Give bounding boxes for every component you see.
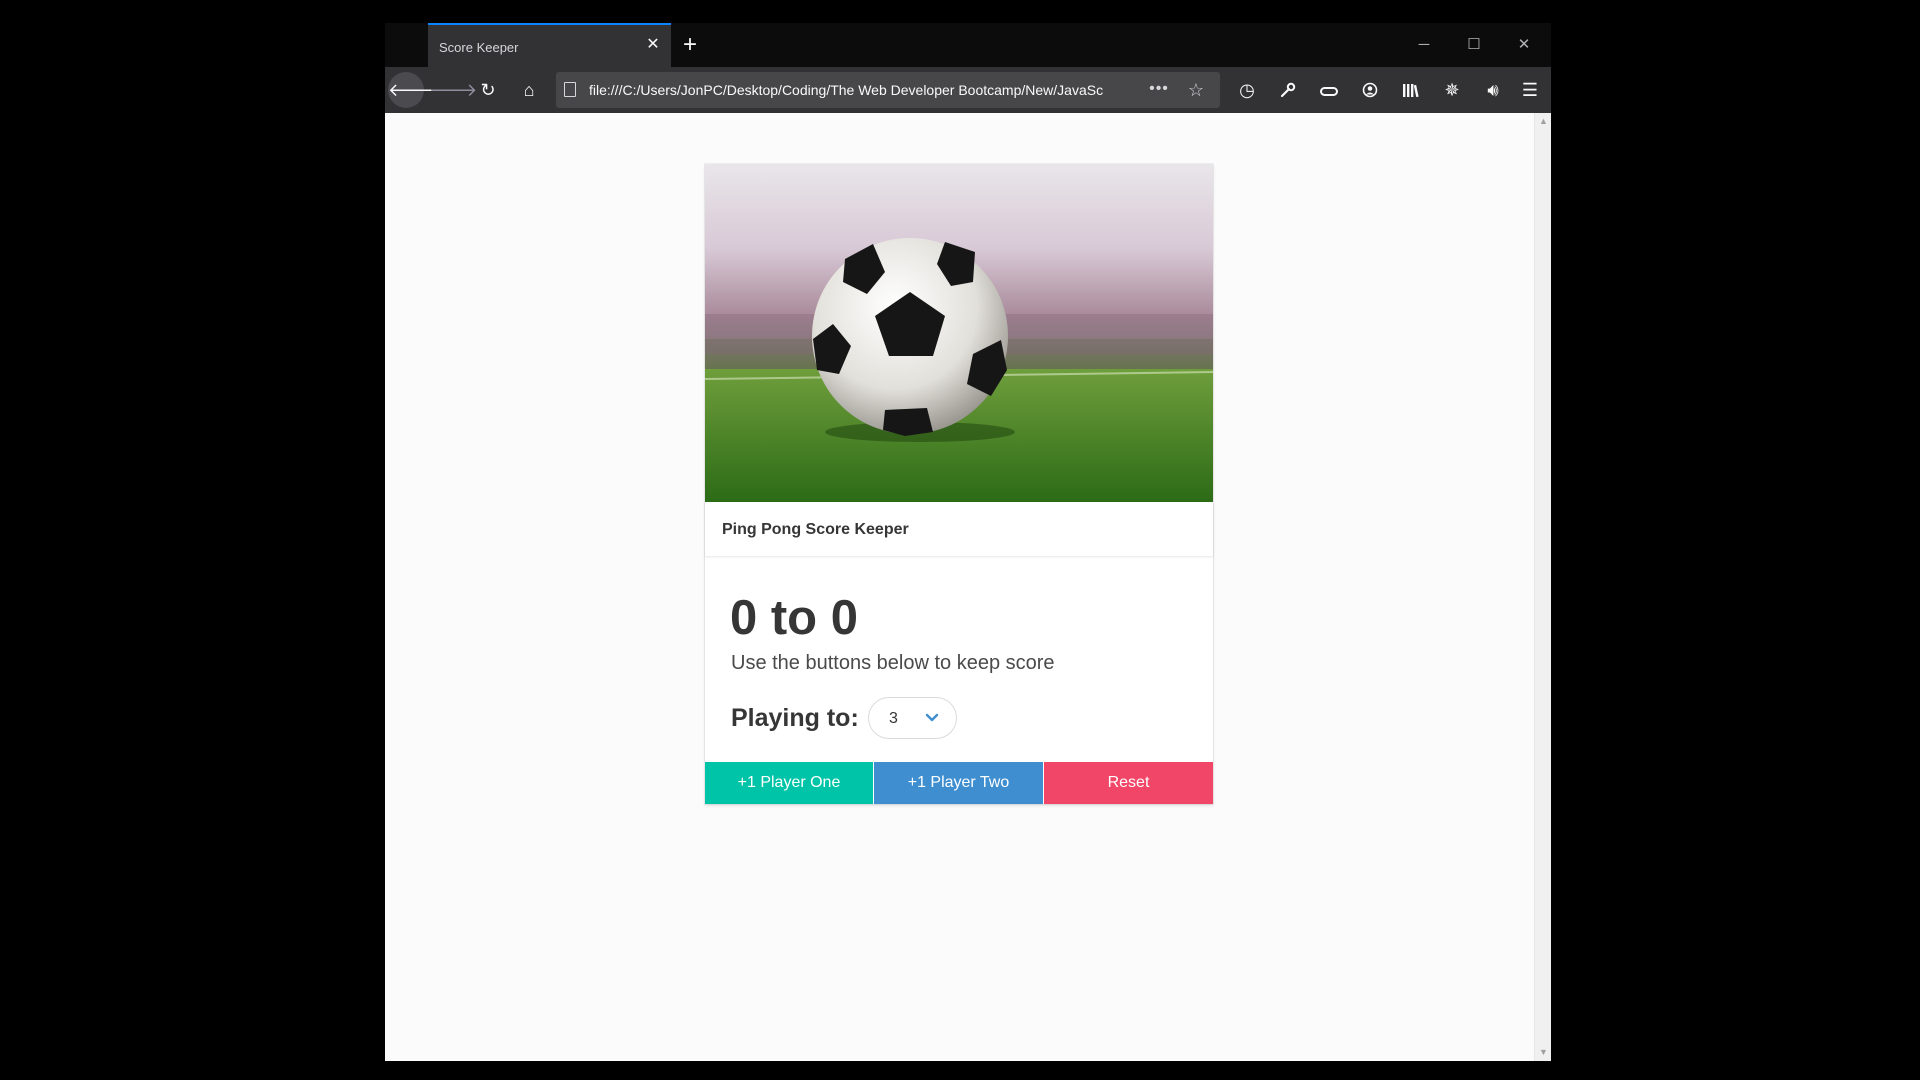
score-keeper-card: Ping Pong Score Keeper 0 to 0 Use the bu… [705, 164, 1213, 804]
extension-icon[interactable]: ✵ [1434, 72, 1470, 108]
playing-to-select[interactable]: 3 [868, 697, 957, 739]
close-icon[interactable]: ✕ [643, 35, 663, 55]
card-title: Ping Pong Score Keeper [722, 521, 909, 538]
navigation-toolbar: 🡐 🡒 ↻ ⌂ file:///C:/Users/JonPC/Desktop/C… [385, 67, 1551, 113]
library-icon[interactable] [1393, 72, 1429, 108]
bookmark-star-icon[interactable]: ☆ [1178, 72, 1214, 108]
history-clock-icon[interactable]: ◷ [1229, 72, 1265, 108]
scroll-up-icon[interactable]: ▲ [1535, 113, 1552, 130]
browser-window: Score Keeper ✕ + ─ ☐ ✕ 🡐 🡒 ↻ ⌂ file:///C… [385, 23, 1551, 1061]
mask-icon[interactable] [1311, 72, 1347, 108]
window-close-icon[interactable]: ✕ [1509, 33, 1539, 57]
tab-strip: Score Keeper ✕ + ─ ☐ ✕ [385, 23, 1551, 67]
url-bar[interactable]: file:///C:/Users/JonPC/Desktop/Coding/Th… [556, 72, 1220, 108]
forward-arrow-icon[interactable]: 🡒 [429, 72, 477, 108]
page-icon [564, 82, 576, 97]
select-value: 3 [889, 710, 898, 727]
scroll-down-icon[interactable]: ▼ [1535, 1044, 1552, 1061]
score-display: 0 to 0 [730, 591, 858, 645]
more-dots-icon[interactable]: ••• [1141, 72, 1177, 108]
score-subtitle: Use the buttons below to keep score [731, 652, 1055, 674]
vertical-scrollbar[interactable]: ▲ ▼ [1534, 113, 1551, 1061]
minimize-icon[interactable]: ─ [1409, 33, 1439, 57]
url-text[interactable]: file:///C:/Users/JonPC/Desktop/Coding/Th… [589, 82, 1137, 98]
reset-button[interactable]: Reset [1044, 762, 1213, 804]
chevron-down-icon [925, 713, 939, 722]
hamburger-menu-icon[interactable]: ☰ [1512, 72, 1548, 108]
new-tab-plus-icon[interactable]: + [677, 32, 703, 58]
maximize-icon[interactable]: ☐ [1459, 33, 1489, 57]
back-arrow-icon[interactable]: 🡐 [388, 72, 436, 108]
tab-score-keeper[interactable]: Score Keeper ✕ [428, 23, 671, 67]
wrench-icon[interactable] [1270, 72, 1306, 108]
player-two-button[interactable]: +1 Player Two [874, 762, 1043, 804]
reload-icon[interactable]: ↻ [470, 72, 506, 108]
player-one-button[interactable]: +1 Player One [705, 762, 873, 804]
page-viewport: Ping Pong Score Keeper 0 to 0 Use the bu… [385, 113, 1551, 1061]
home-icon[interactable]: ⌂ [511, 72, 547, 108]
card-header: Ping Pong Score Keeper [705, 502, 1213, 556]
soccer-ball-image [705, 164, 1213, 502]
playing-to-label: Playing to: [731, 704, 859, 732]
tab-title: Score Keeper [439, 40, 519, 55]
account-icon[interactable] [1352, 72, 1388, 108]
speaker-icon[interactable]: 🔊︎ [1475, 72, 1511, 108]
